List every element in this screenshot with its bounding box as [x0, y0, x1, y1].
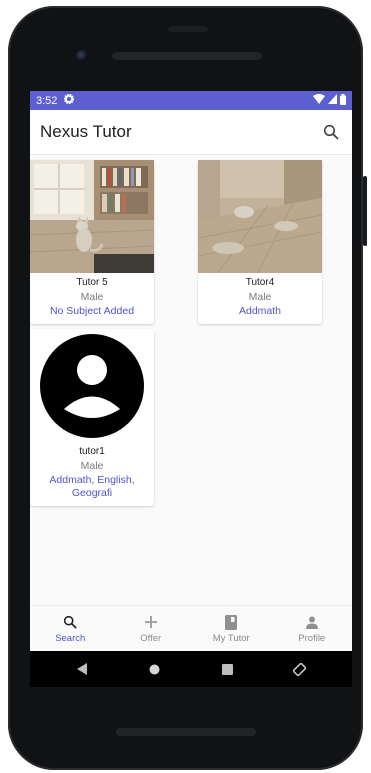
system-navigation-bar [30, 651, 352, 687]
nav-search[interactable]: Search [30, 606, 111, 651]
tutor-subjects: Addmath [238, 305, 282, 317]
tutor-gender: Male [248, 291, 272, 303]
bottom-navigation: Search Offer My Tutor Profile [30, 605, 352, 651]
app-bar: Nexus Tutor [30, 110, 352, 155]
tutor-card[interactable]: Tutor 5 Male No Subject Added [30, 160, 154, 324]
app-screen: 3:52 Nexus Tutor Tutor 5 Male No Subject… [30, 91, 352, 651]
bottom-speaker [116, 728, 256, 736]
recents-square-icon [221, 663, 233, 675]
tutor-gender: Male [80, 291, 104, 303]
search-icon [64, 615, 77, 629]
status-bar: 3:52 [30, 91, 352, 110]
system-home-button[interactable] [141, 655, 169, 683]
tutor-card[interactable]: tutor1 Male Addmath, English, Geografi [30, 329, 154, 506]
battery-icon [340, 93, 346, 108]
nav-offer-label: Offer [140, 633, 162, 644]
plus-icon [144, 616, 157, 628]
tutor-name: tutor1 [79, 446, 105, 457]
back-triangle-icon [77, 663, 88, 675]
search-icon [323, 124, 339, 140]
cat-room-photo [30, 160, 154, 273]
power-button[interactable] [363, 176, 367, 246]
tutor-subjects: No Subject Added [49, 305, 135, 317]
tutor-name: Tutor4 [245, 277, 275, 288]
settings-gear-icon [64, 93, 75, 107]
system-back-button[interactable] [68, 655, 96, 683]
tutor-grid: Tutor 5 Male No Subject Added Tutor4 Mal… [30, 155, 352, 605]
floor-room-photo [198, 160, 322, 273]
rotate-icon [293, 662, 307, 676]
system-recents-button[interactable] [213, 655, 241, 683]
nav-profile[interactable]: Profile [272, 606, 353, 651]
tutor-card[interactable]: Tutor4 Male Addmath [198, 160, 322, 324]
earpiece-speaker [112, 52, 262, 60]
tutor-gender: Male [80, 460, 104, 472]
tutor-name: Tutor 5 [76, 277, 108, 288]
search-button[interactable] [320, 121, 342, 143]
default-avatar-icon [30, 329, 154, 442]
nav-profile-label: Profile [298, 633, 326, 644]
wifi-icon [313, 94, 325, 107]
status-time: 3:52 [36, 94, 58, 107]
book-icon [225, 614, 238, 630]
proximity-sensor [168, 26, 208, 32]
nav-search-label: Search [55, 633, 86, 644]
front-camera [76, 50, 88, 62]
home-circle-icon [149, 664, 160, 674]
nav-my-tutor-label: My Tutor [212, 633, 250, 644]
person-icon [305, 616, 318, 629]
nav-offer[interactable]: Offer [111, 606, 192, 651]
tutor-subjects: Addmath, English, Geografi [49, 474, 135, 499]
nav-my-tutor[interactable]: My Tutor [191, 606, 272, 651]
rotate-screen-button[interactable] [286, 655, 314, 683]
app-title: Nexus Tutor [40, 122, 132, 141]
signal-icon [328, 94, 337, 107]
